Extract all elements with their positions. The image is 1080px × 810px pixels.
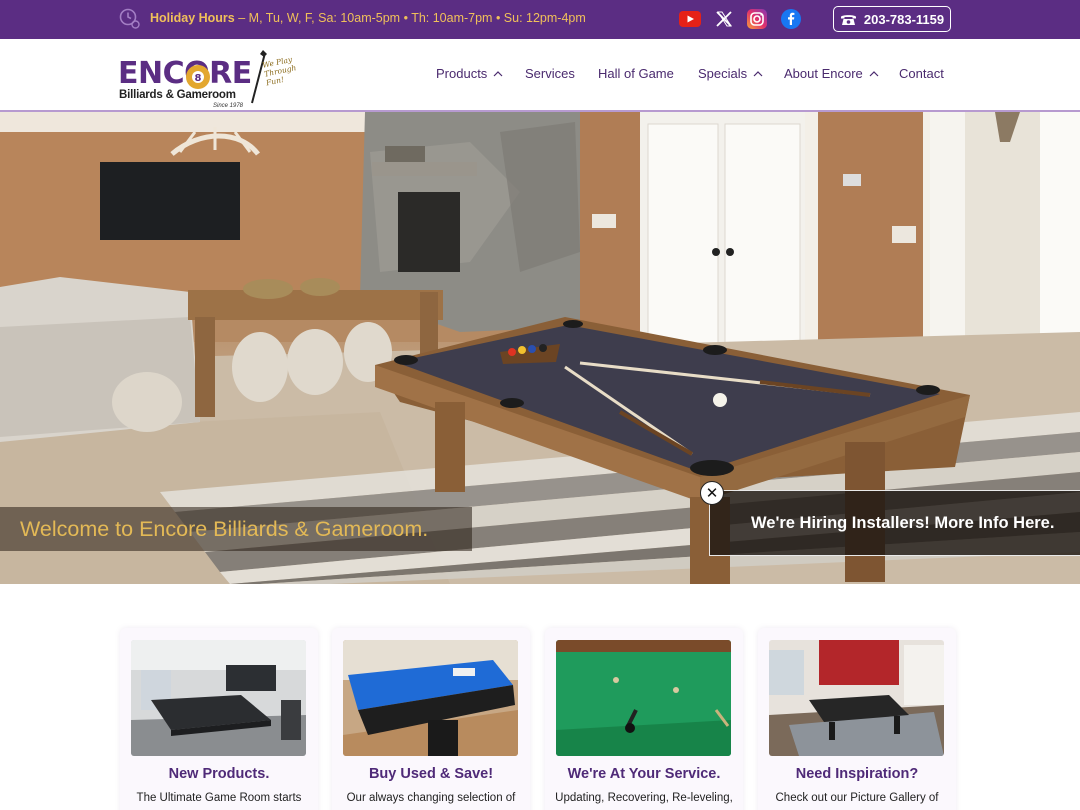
clock-icon xyxy=(119,8,140,29)
nav-services-label: Services xyxy=(525,66,575,81)
facebook-icon[interactable] xyxy=(780,8,802,30)
nav-products-label: Products xyxy=(436,66,488,81)
card-description: The Ultimate Game Room starts xyxy=(136,792,302,804)
card-image-inspiration xyxy=(769,640,944,756)
instagram-icon[interactable] xyxy=(746,8,768,30)
hiring-text: We're Hiring Installers! More Info Here. xyxy=(751,513,1055,532)
card-inspiration[interactable]: Need Inspiration? Check out our Picture … xyxy=(758,628,956,810)
chevron-up-icon xyxy=(493,70,503,76)
youtube-icon[interactable] xyxy=(679,8,701,30)
hero-banner: Welcome to Encore Billiards & Gameroom. … xyxy=(0,112,1080,584)
nav-about-encore-label: About Encore xyxy=(784,66,863,81)
logo-subtitle: Billiards & Gameroom xyxy=(119,89,236,101)
chevron-up-icon xyxy=(753,70,763,76)
top-bar: Holiday Hours – M, Tu, W, F, Sa: 10am-5p… xyxy=(0,0,1080,39)
logo-since: Since 1978 xyxy=(213,103,244,109)
phone-button[interactable]: 203-783-1159 xyxy=(833,6,951,32)
nav-specials-label: Specials xyxy=(698,66,748,81)
hiring-banner-link[interactable]: We're Hiring Installers! More Info Here. xyxy=(709,490,1080,556)
site-header: ENCORE 8 Billiards & Gameroom Since 1978… xyxy=(0,39,1080,112)
holiday-hours-text: – M, Tu, W, F, Sa: 10am-5pm • Th: 10am-7… xyxy=(238,11,586,25)
holiday-hours: Holiday Hours – M, Tu, W, F, Sa: 10am-5p… xyxy=(150,11,586,25)
phone-number: 203-783-1159 xyxy=(863,11,945,27)
close-icon[interactable]: ✕ xyxy=(700,481,724,505)
card-image-buy-used xyxy=(343,640,518,756)
card-service[interactable]: We're At Your Service. Updating, Recover… xyxy=(545,628,743,810)
nav-services[interactable]: Services xyxy=(525,66,575,81)
card-title: Buy Used & Save! xyxy=(368,766,494,782)
encore-logo[interactable]: ENCORE 8 Billiards & Gameroom Since 1978… xyxy=(118,47,297,109)
eight-ball-icon: 8 xyxy=(186,65,210,89)
card-title: We're At Your Service. xyxy=(567,766,721,782)
nav-hall-of-game[interactable]: Hall of Game xyxy=(598,66,674,81)
card-title: New Products. xyxy=(168,766,270,782)
card-description: Check out our Picture Gallery of xyxy=(775,792,939,804)
card-description: Updating, Recovering, Re-leveling, xyxy=(555,792,733,804)
card-image-new-products xyxy=(131,640,306,756)
nav-contact[interactable]: Contact xyxy=(899,66,944,81)
telephone-icon xyxy=(840,14,856,25)
card-new-products[interactable]: New Products. The Ultimate Game Room sta… xyxy=(120,628,318,810)
nav-contact-label: Contact xyxy=(899,66,944,81)
chevron-up-icon xyxy=(869,70,879,76)
nav-hall-of-game-label: Hall of Game xyxy=(598,66,674,81)
card-buy-used[interactable]: Buy Used & Save! Our always changing sel… xyxy=(332,628,530,810)
svg-text:8: 8 xyxy=(195,73,202,84)
x-icon[interactable] xyxy=(713,8,735,30)
nav-specials[interactable]: Specials xyxy=(698,66,763,81)
logo-tagline: We Play Through Fun! xyxy=(261,54,298,88)
welcome-banner: Welcome to Encore Billiards & Gameroom. xyxy=(0,507,472,551)
nav-products[interactable]: Products xyxy=(436,66,503,81)
feature-cards: New Products. The Ultimate Game Room sta… xyxy=(0,584,1080,810)
holiday-hours-label: Holiday Hours xyxy=(150,11,235,25)
card-description: Our always changing selection of xyxy=(346,792,516,804)
nav-about-encore[interactable]: About Encore xyxy=(784,66,879,81)
card-title: Need Inspiration? xyxy=(795,766,919,782)
card-image-service xyxy=(556,640,731,756)
